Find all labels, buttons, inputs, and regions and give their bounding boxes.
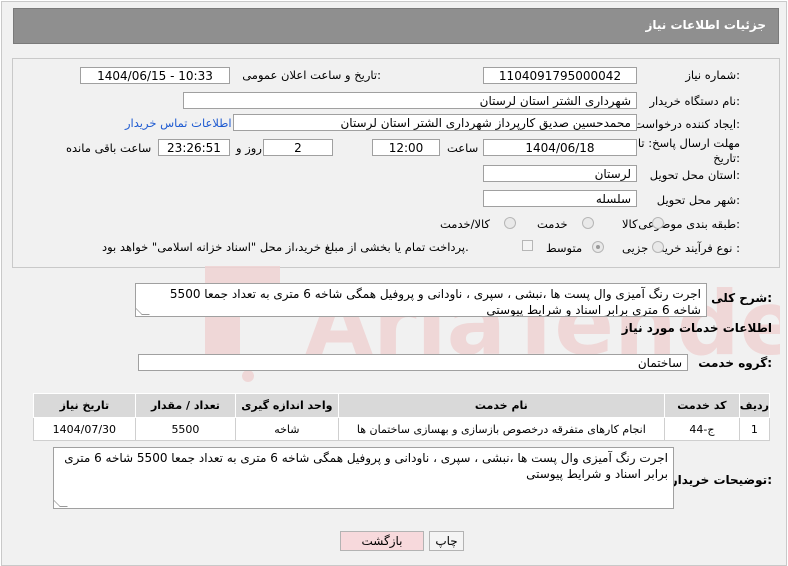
payment-note: پرداخت تمام یا بخشی از مبلغ خرید،از محل … xyxy=(102,240,469,254)
announce-field: 1404/06/15 - 10:33 xyxy=(80,67,230,84)
col-service-name: نام خدمت xyxy=(337,393,666,418)
city-label: شهر محل تحویل: xyxy=(656,193,740,207)
deadline-time-field: 12:00 xyxy=(372,139,440,156)
creator-field: محمدحسین صدیق کارپرداز شهرداری الشتر است… xyxy=(233,114,637,131)
services-table: تاریخ نیاز تعداد / مقدار واحد اندازه گیر… xyxy=(33,393,771,441)
deadline-date-field: 1404/06/18 xyxy=(483,139,637,156)
category-radio-service[interactable] xyxy=(582,217,594,229)
service-group-field: ساختمان xyxy=(138,354,688,371)
need-number-label: شماره نیاز: xyxy=(685,68,740,82)
city-field: سلسله xyxy=(483,190,637,207)
col-service-code: کد خدمت xyxy=(664,393,740,418)
col-unit: واحد اندازه گیری xyxy=(235,393,339,418)
col-need-date: تاریخ نیاز xyxy=(33,393,136,418)
table-header-row: تاریخ نیاز تعداد / مقدار واحد اندازه گیر… xyxy=(33,393,771,418)
creator-label: ایجاد کننده درخواست: xyxy=(634,117,740,131)
buyer-org-label: نام دستگاه خریدار: xyxy=(649,94,740,108)
service-group-label: گروه خدمت: xyxy=(698,356,772,370)
category-option-service: خدمت xyxy=(537,217,568,231)
summary-textarea[interactable]: اجرت رنگ آمیزی وال پست ها ،نبشی ، سپری ،… xyxy=(135,283,707,317)
remaining-time-field: 23:26:51 xyxy=(158,139,230,156)
col-quantity: تعداد / مقدار xyxy=(134,393,237,418)
remaining-label: ساعت باقی مانده xyxy=(66,141,152,155)
category-option-goods-service: کالا/خدمت xyxy=(440,217,491,231)
category-option-goods: کالا xyxy=(622,217,638,231)
days-field: 2 xyxy=(263,139,333,156)
info-section xyxy=(12,58,780,268)
announce-label: تاریخ و ساعت اعلان عمومی: xyxy=(242,68,381,82)
process-radio-minor[interactable] xyxy=(652,241,664,253)
time-label: ساعت xyxy=(447,141,479,155)
category-radio-goods-service[interactable] xyxy=(504,217,516,229)
cell-service-name: انجام کارهای متفرقه درخصوص بازسازی و بهس… xyxy=(337,417,666,441)
resize-grip-icon[interactable] xyxy=(54,499,68,507)
page-title: جزئیات اطلاعات نیاز xyxy=(645,18,766,32)
days-label: روز و xyxy=(236,141,262,155)
back-button[interactable]: بازگشت xyxy=(340,531,424,551)
deadline-label: مهلت ارسال پاسخ: تا xyxy=(637,136,740,150)
treasury-checkbox[interactable] xyxy=(522,240,533,251)
need-number-field: 1104091795000042 xyxy=(483,67,637,84)
process-option-minor: جزیی xyxy=(622,241,649,255)
buyer-notes-text: اجرت رنگ آمیزی وال پست ها ،نبشی ، سپری ،… xyxy=(64,451,668,481)
contact-info-link[interactable]: اطلاعات تماس خریدار xyxy=(125,116,232,130)
process-radio-medium[interactable] xyxy=(592,241,604,253)
process-option-medium: متوسط xyxy=(546,241,583,255)
province-label: استان محل تحویل: xyxy=(649,168,740,182)
print-button[interactable]: چاپ xyxy=(429,531,464,551)
buyer-org-field: شهرداری الشتر استان لرستان xyxy=(183,92,637,109)
cell-need-date: 1404/07/30 xyxy=(33,417,136,441)
cell-unit: شاخه xyxy=(235,417,339,441)
cell-service-code: ج-44 xyxy=(664,417,740,441)
process-label: نوع فرآیند خرید : xyxy=(658,241,740,255)
category-radio-goods[interactable] xyxy=(652,217,664,229)
resize-grip-icon[interactable] xyxy=(136,307,150,315)
summary-text: اجرت رنگ آمیزی وال پست ها ،نبشی ، سپری ،… xyxy=(169,287,701,317)
province-field: لرستان xyxy=(483,165,637,182)
services-section-title: اطلاعات خدمات مورد نیاز xyxy=(621,321,772,335)
buyer-notes-label: توضیحات خریدار: xyxy=(670,473,772,487)
table-row: 1404/07/30 5500 شاخه انجام کارهای متفرقه… xyxy=(33,417,771,441)
buyer-notes-textarea[interactable]: اجرت رنگ آمیزی وال پست ها ،نبشی ، سپری ،… xyxy=(53,447,674,509)
cell-row-number: 1 xyxy=(738,417,771,441)
col-row-number: ردیف xyxy=(738,393,771,418)
cell-quantity: 5500 xyxy=(134,417,237,441)
title-bar: جزئیات اطلاعات نیاز xyxy=(13,8,779,44)
deadline-label-2: تاریخ: xyxy=(713,151,740,165)
